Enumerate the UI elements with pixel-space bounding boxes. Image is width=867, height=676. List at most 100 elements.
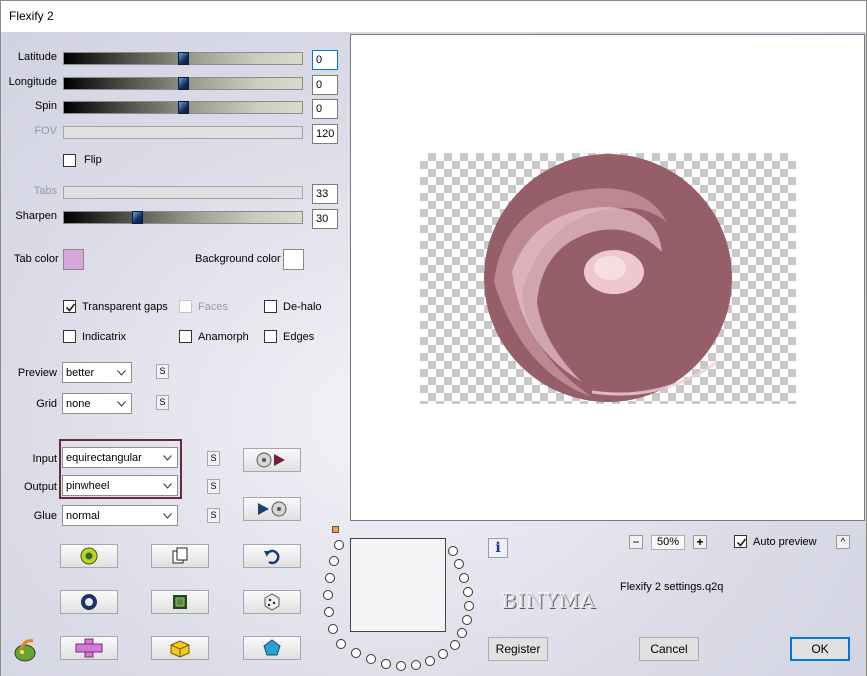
- navigator-dot[interactable]: [334, 540, 344, 550]
- sharpen-slider[interactable]: [63, 211, 303, 224]
- pentagon-button[interactable]: [243, 636, 301, 660]
- ok-button[interactable]: OK: [790, 637, 850, 661]
- edges-checkbox[interactable]: [264, 330, 277, 343]
- cube-button[interactable]: [151, 636, 209, 660]
- preview-select[interactable]: better: [62, 362, 132, 383]
- navigator-dot[interactable]: [457, 628, 467, 638]
- frame-icon: [173, 595, 187, 609]
- de-halo-checkbox[interactable]: [264, 300, 277, 313]
- longitude-slider[interactable]: [63, 77, 303, 90]
- plugin-icon: [14, 639, 36, 662]
- randomize-icon: [80, 547, 98, 565]
- fov-input[interactable]: 120: [312, 124, 338, 144]
- navigator-dot[interactable]: [325, 573, 335, 583]
- transparent-gaps-checkbox[interactable]: [63, 300, 76, 313]
- navigator-dot[interactable]: [329, 556, 339, 566]
- play-to-disc-button[interactable]: [243, 497, 301, 521]
- navigator-dot[interactable]: [351, 648, 361, 658]
- latitude-slider[interactable]: [63, 52, 303, 65]
- flip-label: Flip: [84, 154, 102, 166]
- navigator-dot[interactable]: [459, 573, 469, 583]
- navigator-dot[interactable]: [464, 601, 474, 611]
- frame-button[interactable]: [151, 590, 209, 614]
- sharpen-label: Sharpen: [15, 210, 57, 222]
- preview-area[interactable]: [350, 34, 865, 521]
- output-select[interactable]: pinwheel: [62, 475, 178, 496]
- navigator-dot[interactable]: [328, 624, 338, 634]
- main-panel: Latitude 0 Longitude 0 Spin 0 FOV 120 Fl…: [1, 32, 866, 676]
- spin-slider[interactable]: [63, 101, 303, 114]
- anamorph-checkbox[interactable]: [179, 330, 192, 343]
- checkmark-icon: [65, 303, 76, 312]
- navigator-dot[interactable]: [450, 640, 460, 650]
- ring-icon: [81, 594, 97, 610]
- spin-input[interactable]: 0: [312, 99, 338, 119]
- cube-icon: [170, 640, 190, 658]
- navigator-dot[interactable]: [324, 607, 334, 617]
- cross-button[interactable]: [60, 636, 118, 660]
- chevron-down-icon: [163, 483, 172, 489]
- tabs-input[interactable]: 33: [312, 184, 338, 204]
- navigator-dot[interactable]: [448, 546, 458, 556]
- longitude-slider-thumb[interactable]: [178, 77, 189, 90]
- longitude-input[interactable]: 0: [312, 75, 338, 95]
- navigator-dot[interactable]: [336, 639, 346, 649]
- flexify-window: Flexify 2 Latitude 0 Longitude 0 Spin 0 …: [0, 0, 867, 676]
- glue-label: Glue: [33, 510, 57, 522]
- navigator-dot[interactable]: [381, 659, 391, 669]
- indicatrix-checkbox[interactable]: [63, 330, 76, 343]
- cross-icon: [75, 638, 103, 658]
- fov-label: FOV: [34, 125, 57, 137]
- navigator-handle[interactable]: [332, 526, 339, 533]
- tab-color-swatch[interactable]: [63, 249, 84, 270]
- anamorph-label: Anamorph: [198, 331, 249, 343]
- output-s-button[interactable]: S: [207, 479, 220, 494]
- glue-select[interactable]: normal: [62, 505, 178, 526]
- output-select-value: pinwheel: [66, 480, 110, 492]
- navigator-dot[interactable]: [366, 654, 376, 664]
- flip-checkbox[interactable]: [63, 154, 76, 167]
- input-s-button[interactable]: S: [207, 451, 220, 466]
- navigator-dot[interactable]: [438, 649, 448, 659]
- collapse-button[interactable]: ^: [836, 535, 850, 549]
- background-color-swatch[interactable]: [283, 249, 304, 270]
- grid-select-value: none: [66, 398, 91, 410]
- randomize-button[interactable]: [60, 544, 118, 568]
- indicatrix-label: Indicatrix: [82, 331, 127, 343]
- sharpen-slider-thumb[interactable]: [132, 211, 143, 224]
- register-button[interactable]: Register: [488, 637, 548, 661]
- navigator-dot[interactable]: [396, 661, 406, 671]
- dice-button[interactable]: [243, 590, 301, 614]
- navigator-dot[interactable]: [462, 615, 472, 625]
- navigator-dot[interactable]: [463, 587, 473, 597]
- zoom-level: 50%: [651, 535, 685, 550]
- sharpen-input[interactable]: 30: [312, 209, 338, 229]
- glue-s-button[interactable]: S: [207, 508, 220, 523]
- preview-s-button[interactable]: S: [156, 364, 169, 379]
- navigator-dot[interactable]: [323, 590, 333, 600]
- grid-s-button[interactable]: S: [156, 395, 169, 410]
- info-button[interactable]: i: [488, 538, 508, 558]
- copy-button[interactable]: [151, 544, 209, 568]
- navigator-window[interactable]: [350, 538, 446, 632]
- spin-slider-thumb[interactable]: [178, 101, 189, 114]
- navigator-dot[interactable]: [454, 559, 464, 569]
- undo-button[interactable]: [243, 544, 301, 568]
- zoom-in-button[interactable]: +: [693, 535, 707, 549]
- navigator-dot[interactable]: [411, 660, 421, 670]
- disc-to-play-button[interactable]: [243, 448, 301, 472]
- navigator-dot[interactable]: [425, 656, 435, 666]
- fov-slider: [63, 126, 303, 139]
- grid-select[interactable]: none: [62, 393, 132, 414]
- background-color-label: Background color: [195, 253, 281, 265]
- input-select[interactable]: equirectangular: [62, 447, 178, 468]
- cancel-button[interactable]: Cancel: [639, 637, 699, 661]
- latitude-input[interactable]: 0: [312, 50, 338, 70]
- pentagon-icon: [263, 639, 281, 656]
- ring-button[interactable]: [60, 590, 118, 614]
- auto-preview-checkbox[interactable]: [734, 535, 747, 548]
- auto-preview-label: Auto preview: [753, 536, 817, 548]
- latitude-slider-thumb[interactable]: [178, 52, 189, 65]
- disc-to-play-icon: [256, 452, 285, 468]
- zoom-out-button[interactable]: −: [629, 535, 643, 549]
